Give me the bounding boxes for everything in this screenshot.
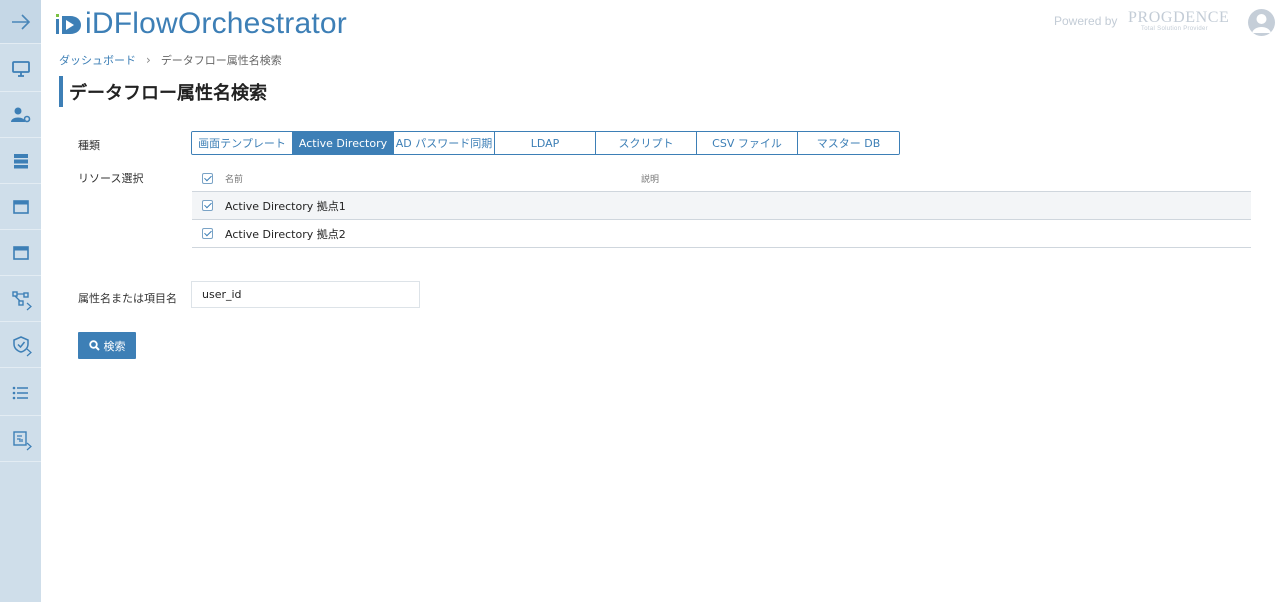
sidebar-item-window-1[interactable] xyxy=(0,184,41,230)
select-all-checkbox[interactable] xyxy=(202,173,213,184)
chevron-right-icon xyxy=(26,302,32,311)
resource-label: リソース選択 xyxy=(78,172,144,185)
sidebar-item-report[interactable] xyxy=(0,416,41,462)
app-title: iDFlowOrchestrator xyxy=(85,7,347,40)
breadcrumb-current: データフロー属性名検索 xyxy=(160,54,282,67)
search-icon xyxy=(88,340,100,351)
sidebar-item-dashboard[interactable] xyxy=(0,46,41,92)
brand-tagline: Total Solution Provider xyxy=(1141,26,1208,32)
tab-label: マスター DB xyxy=(816,137,881,150)
search-button-label: 検索 xyxy=(103,339,126,353)
sidebar-item-window-2[interactable] xyxy=(0,230,41,276)
row-checkbox[interactable] xyxy=(202,200,213,211)
table-row[interactable]: Active Directory 拠点1 xyxy=(192,192,1251,220)
attr-label: 属性名または項目名 xyxy=(78,292,177,305)
type-tabs: 画面テンプレート Active Directory AD パスワード同期 LDA… xyxy=(191,131,900,155)
page-title: データフロー属性名検索 xyxy=(69,82,267,104)
row-checkbox[interactable] xyxy=(202,228,213,239)
sidebar-item-flow[interactable] xyxy=(0,276,41,322)
tab-csv-file[interactable]: CSV ファイル xyxy=(697,132,798,154)
sidebar-item-servers[interactable] xyxy=(0,138,41,184)
list-icon xyxy=(12,386,28,399)
page-title-block: データフロー属性名検索 xyxy=(59,76,267,107)
powered-by-text: Powered by xyxy=(1054,14,1118,28)
tab-active-directory[interactable]: Active Directory xyxy=(293,132,394,154)
tab-ldap[interactable]: LDAP xyxy=(495,132,596,154)
logo-mark-icon xyxy=(56,14,81,34)
arrow-right-icon xyxy=(11,13,30,30)
tab-master-db[interactable]: マスター DB xyxy=(798,132,899,154)
tab-label: スクリプト xyxy=(618,137,674,150)
column-header-name: 名前 xyxy=(225,175,244,185)
chevron-right-icon xyxy=(26,348,32,357)
column-header-desc: 説明 xyxy=(641,175,660,185)
window-icon xyxy=(12,199,29,214)
brand-logo: PROGDENCE xyxy=(1128,9,1230,26)
table-header: 名前 説明 xyxy=(192,166,1251,192)
tab-label: LDAP xyxy=(530,136,560,150)
tab-ad-password-sync[interactable]: AD パスワード同期 xyxy=(394,132,495,154)
window-icon xyxy=(12,245,29,260)
avatar[interactable] xyxy=(1248,9,1275,36)
chevron-right-icon xyxy=(26,442,32,451)
app-logo[interactable]: iDFlowOrchestrator xyxy=(55,6,347,42)
monitor-icon xyxy=(11,60,30,77)
resource-name: Active Directory 拠点2 xyxy=(225,227,346,241)
user-icon xyxy=(1252,14,1271,33)
sidebar-item-list[interactable] xyxy=(0,370,41,416)
breadcrumb: ダッシュボード › データフロー属性名検索 xyxy=(59,52,282,68)
resource-table: 名前 説明 Active Directory 拠点1 Active Direct… xyxy=(192,166,1251,248)
attr-name-input[interactable] xyxy=(191,281,420,308)
user-settings-icon xyxy=(10,107,30,122)
sidebar-item-users[interactable] xyxy=(0,92,41,138)
type-label: 種類 xyxy=(78,139,100,152)
tab-label: AD パスワード同期 xyxy=(395,137,493,150)
tab-script[interactable]: スクリプト xyxy=(596,132,697,154)
chevron-right-icon: › xyxy=(146,53,151,67)
sidebar-item-security[interactable] xyxy=(0,322,41,368)
tab-label: 画面テンプレート xyxy=(198,137,286,150)
resource-name: Active Directory 拠点1 xyxy=(225,199,346,213)
server-icon xyxy=(13,153,28,168)
sidebar xyxy=(0,0,41,602)
breadcrumb-home-link[interactable]: ダッシュボード xyxy=(59,52,136,68)
tab-label: CSV ファイル xyxy=(712,137,782,150)
table-row[interactable]: Active Directory 拠点2 xyxy=(192,220,1251,248)
sidebar-toggle-button[interactable] xyxy=(0,0,41,44)
tab-label: Active Directory xyxy=(298,136,388,150)
tab-screen-template[interactable]: 画面テンプレート xyxy=(192,132,293,154)
search-button[interactable]: 検索 xyxy=(78,332,136,359)
